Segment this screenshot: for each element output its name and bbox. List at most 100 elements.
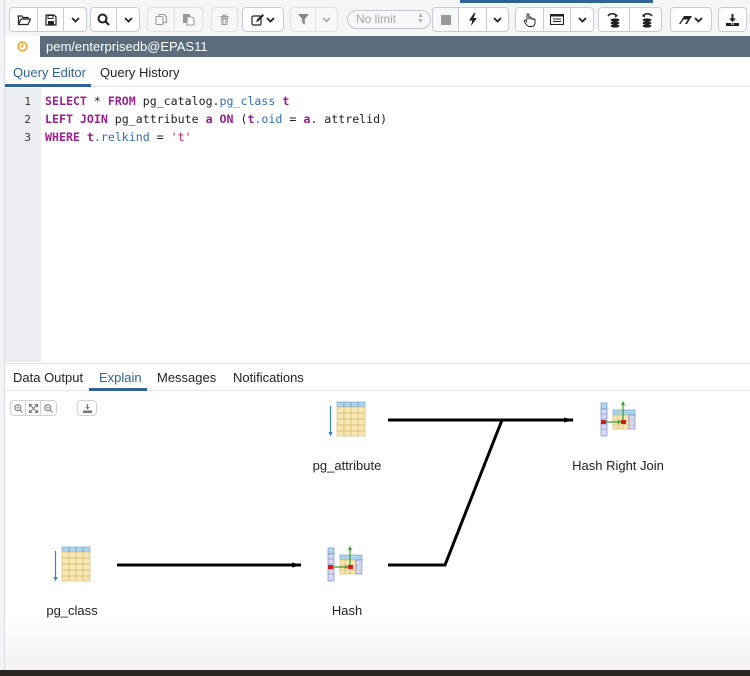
transaction-group [598,7,662,32]
line-number-gutter: 1 2 3 [5,88,41,362]
delete-icon [220,13,229,25]
hash-join-icon [600,401,636,437]
active-panel-indicator [460,0,653,3]
line-number: 2 [24,113,31,126]
commit-icon [607,12,620,28]
edit-icon [251,13,275,26]
code-line[interactable]: SELECT * FROM pg_catalog.pg_class t [45,94,289,108]
explain-button[interactable] [516,8,544,31]
rollback-icon [641,12,653,28]
execute-icon [468,13,477,26]
stop-icon [440,14,451,25]
clock-icon [17,41,28,52]
tab-data-output[interactable]: Data Output [13,370,83,385]
explain-dropdown-button[interactable] [571,8,593,31]
explain-analyze-button[interactable] [544,8,571,31]
plan-node-pg-attribute[interactable]: pg_attribute [313,400,381,475]
save-button[interactable] [38,8,64,31]
paste-button[interactable] [175,8,202,31]
connection-bar: pem/enterprisedb@EPAS11 [5,36,750,57]
code-token-op: = [149,130,171,144]
code-token-ident: pg_attribute [107,112,206,126]
file-group [9,7,87,32]
plan-node-label: Hash [331,603,363,618]
tab-query-editor[interactable]: Query Editor [13,65,86,80]
plan-node-hash-right-join[interactable]: Hash Right Join [572,400,664,475]
editor-tabs: Query Editor Query History [5,57,750,87]
plan-node-label: Hash Right Join [572,458,664,473]
open-file-button[interactable] [10,8,38,31]
explain-graph-panel: pg_attribute Hash Right Join pg_class Ha… [5,392,750,670]
spinner-arrows-icon: ▲ ▼ [417,12,424,25]
active-tab-indicator [89,388,147,391]
filter-button[interactable] [291,8,316,31]
chevron-down-icon [322,16,331,23]
code-line[interactable]: WHERE t.relkind = 't' [45,130,192,144]
row-limit-value: No limit [356,12,397,26]
clear-button[interactable] [671,8,711,31]
find-button[interactable] [91,8,117,31]
copy-button[interactable] [148,8,175,31]
save-dropdown-button[interactable] [64,8,86,31]
tab-notifications[interactable]: Notifications [233,370,304,385]
code-token-op: ( [233,112,248,126]
code-token-kw: LEFT JOIN [45,112,108,126]
seq-scan-icon [328,401,366,437]
tab-query-history[interactable]: Query History [100,65,179,80]
code-line[interactable]: LEFT JOIN pg_attribute a ON (t.oid = a. … [45,112,387,126]
filter-group [290,7,338,32]
commit-button[interactable] [599,8,630,31]
tab-messages[interactable]: Messages [157,370,216,385]
chevron-down-icon [70,16,80,23]
tab-explain[interactable]: Explain [99,370,142,385]
execute-group [432,7,509,32]
sql-editor[interactable]: 1 2 3 SELECT * FROM pg_catalog.pg_class … [5,88,750,362]
explain-icon [523,13,536,27]
find-dropdown-button[interactable] [117,8,139,31]
window-bottom-edge [0,670,750,676]
paste-icon [183,14,195,26]
code-token-kw: FROM [107,94,136,108]
code-token-kw: WHERE [45,130,80,144]
delete-button[interactable] [212,8,237,31]
line-number: 3 [24,131,31,144]
find-group [90,7,140,32]
rollback-button[interactable] [630,8,661,31]
filter-icon [297,14,309,25]
edit-button[interactable] [243,8,283,31]
code-token-ident: pg_catalog. [135,94,220,108]
code-token-alias: t [282,94,290,108]
query-toolbar: No limit ▲ ▼ [5,0,750,36]
filter-dropdown-button[interactable] [316,8,337,31]
explain-group [515,7,594,32]
delete-group [211,7,238,32]
line-number: 1 [24,95,31,108]
execute-dropdown-button[interactable] [487,8,508,31]
execute-button[interactable] [459,8,487,31]
clear-icon [679,15,703,24]
plan-node-label: pg_attribute [312,458,382,473]
code-token-op: * [86,94,108,108]
connection-status[interactable] [5,36,40,57]
seq-scan-icon [53,546,91,582]
code-token-op: = [282,112,304,126]
code-token-prop: .relkind [93,130,150,144]
download-button[interactable] [719,8,746,31]
code-token-prop: .oid [254,112,283,126]
search-icon [97,13,110,26]
cancel-query-button[interactable] [433,8,459,31]
clipboard-group [147,7,203,32]
chevron-down-icon [577,16,587,23]
plan-node-hash[interactable]: Hash [322,545,372,620]
connection-label[interactable]: pem/enterprisedb@EPAS11 [40,36,750,57]
edge-hash-to-hash-right-join [388,419,504,567]
chevron-down-icon [123,16,133,23]
download-group [718,7,747,32]
download-icon [726,13,739,26]
row-limit-select[interactable]: No limit ▲ ▼ [347,10,431,29]
code-token-kw: ON [219,112,234,126]
results-tabs: Data Output Explain Messages Notificatio… [5,363,750,391]
code-token-kw: SELECT [45,94,87,108]
clear-group [670,7,712,32]
plan-node-pg-class[interactable]: pg_class [46,545,98,620]
